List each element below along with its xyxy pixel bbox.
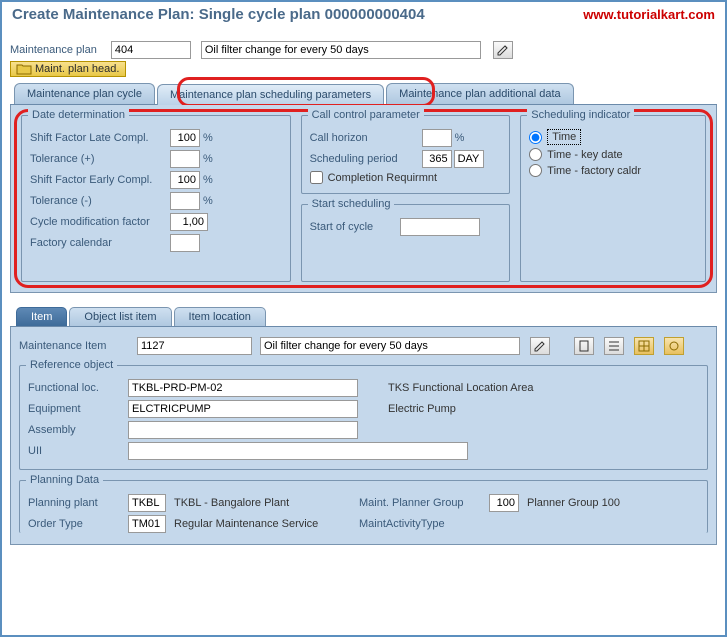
order-type-label: Order Type xyxy=(28,518,128,530)
percent-sign: % xyxy=(203,195,213,207)
item-action4-button[interactable] xyxy=(664,337,684,355)
planner-group-input[interactable] xyxy=(489,494,519,512)
tol-minus-input[interactable] xyxy=(170,192,200,210)
folder-icon xyxy=(17,64,31,74)
equipment-input[interactable] xyxy=(128,400,358,418)
cycle-mod-input[interactable] xyxy=(170,213,208,231)
date-determination-legend: Date determination xyxy=(28,109,129,121)
assembly-label: Assembly xyxy=(28,424,128,436)
maint-activity-type-label: MaintActivityType xyxy=(359,518,489,530)
start-cycle-input[interactable] xyxy=(400,218,480,236)
tol-plus-input[interactable] xyxy=(170,150,200,168)
equipment-label: Equipment xyxy=(28,403,128,415)
sched-period-label: Scheduling period xyxy=(310,153,422,165)
ref-object-legend: Reference object xyxy=(26,359,117,371)
sched-ind-keydate-label: Time - key date xyxy=(547,149,622,161)
factory-cal-input[interactable] xyxy=(170,234,200,252)
maint-plan-head-button[interactable]: Maint. plan head. xyxy=(10,61,126,77)
tab-item[interactable]: Item xyxy=(16,307,67,326)
list-icon xyxy=(608,340,620,352)
assembly-input[interactable] xyxy=(128,421,358,439)
pencil-icon xyxy=(534,340,546,352)
planning-plant-desc: TKBL - Bangalore Plant xyxy=(174,497,359,509)
call-horizon-input[interactable] xyxy=(422,129,452,147)
percent-sign: % xyxy=(203,132,213,144)
sched-ind-time-label: Time xyxy=(547,129,581,145)
maint-plan-desc-input[interactable] xyxy=(201,41,481,59)
percent-sign: % xyxy=(203,174,213,186)
maint-plan-label: Maintenance plan xyxy=(10,44,97,56)
tool-icon xyxy=(668,340,680,352)
document-icon xyxy=(579,340,589,352)
tab-object-list-item[interactable]: Object list item xyxy=(69,307,171,326)
order-type-input[interactable] xyxy=(128,515,166,533)
tol-minus-label: Tolerance (-) xyxy=(30,195,170,207)
tab-item-location[interactable]: Item location xyxy=(174,307,266,326)
item-action1-button[interactable] xyxy=(574,337,594,355)
sched-ind-keydate-radio[interactable] xyxy=(529,148,542,161)
shift-late-label: Shift Factor Late Compl. xyxy=(30,132,170,144)
func-loc-input[interactable] xyxy=(128,379,358,397)
sched-period-input[interactable] xyxy=(422,150,452,168)
item-action2-button[interactable] xyxy=(604,337,624,355)
maint-plan-head-label: Maint. plan head. xyxy=(35,63,119,75)
order-type-desc: Regular Maintenance Service xyxy=(174,518,359,530)
page-title: Create Maintenance Plan: Single cycle pl… xyxy=(12,6,425,23)
tab-scheduling-params[interactable]: Maintenance plan scheduling parameters xyxy=(157,84,384,105)
completion-req-label: Completion Requirmnt xyxy=(328,172,437,184)
maint-item-desc-input[interactable] xyxy=(260,337,520,355)
shift-early-input[interactable] xyxy=(170,171,200,189)
sched-ind-time-radio[interactable] xyxy=(529,131,542,144)
maint-item-input[interactable] xyxy=(137,337,252,355)
tol-plus-label: Tolerance (+) xyxy=(30,153,170,165)
func-loc-desc: TKS Functional Location Area xyxy=(388,382,534,394)
tab-additional-data[interactable]: Maintenance plan additional data xyxy=(386,83,573,104)
percent-sign: % xyxy=(203,153,213,165)
call-horizon-label: Call horizon xyxy=(310,132,422,144)
planning-plant-label: Planning plant xyxy=(28,497,128,509)
planning-data-legend: Planning Data xyxy=(26,474,103,486)
sched-indicator-legend: Scheduling indicator xyxy=(527,109,634,121)
sched-ind-factorycal-radio[interactable] xyxy=(529,164,542,177)
edit-plan-desc-button[interactable] xyxy=(493,41,513,59)
tab-plan-cycle[interactable]: Maintenance plan cycle xyxy=(14,83,155,104)
watermark: www.tutorialkart.com xyxy=(583,7,715,22)
maint-plan-input[interactable] xyxy=(111,41,191,59)
factory-cal-label: Factory calendar xyxy=(30,237,170,249)
start-cycle-label: Start of cycle xyxy=(310,221,400,233)
func-loc-label: Functional loc. xyxy=(28,382,128,394)
completion-req-checkbox[interactable] xyxy=(310,171,323,184)
call-control-legend: Call control parameter xyxy=(308,109,424,121)
maint-item-label: Maintenance Item xyxy=(19,340,129,352)
grid-icon xyxy=(638,340,650,352)
start-scheduling-legend: Start scheduling xyxy=(308,198,395,210)
planner-group-desc: Planner Group 100 xyxy=(527,497,620,509)
uii-input[interactable] xyxy=(128,442,468,460)
uii-label: UII xyxy=(28,445,128,457)
pencil-icon xyxy=(497,44,509,56)
shift-early-label: Shift Factor Early Compl. xyxy=(30,174,170,186)
planning-plant-input[interactable] xyxy=(128,494,166,512)
edit-item-desc-button[interactable] xyxy=(530,337,550,355)
cycle-mod-label: Cycle modification factor xyxy=(30,216,170,228)
planner-group-label: Maint. Planner Group xyxy=(359,497,489,509)
equipment-desc: Electric Pump xyxy=(388,403,456,415)
shift-late-input[interactable] xyxy=(170,129,200,147)
sched-period-unit-input[interactable] xyxy=(454,150,484,168)
sched-ind-factorycal-label: Time - factory caldr xyxy=(547,165,641,177)
percent-sign: % xyxy=(455,132,465,144)
item-action3-button[interactable] xyxy=(634,337,654,355)
